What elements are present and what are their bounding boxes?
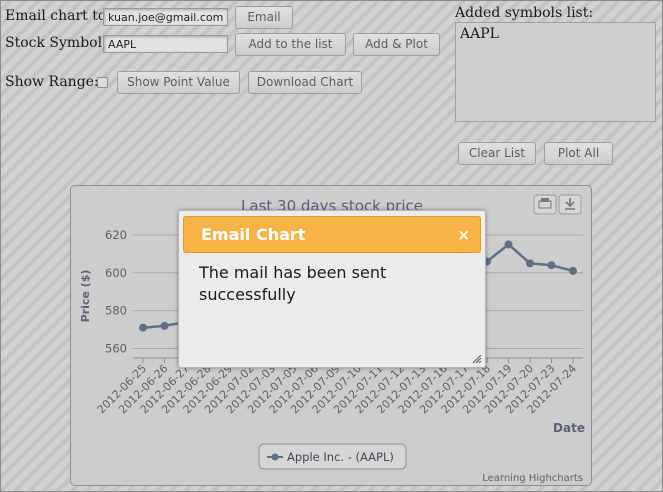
data-point[interactable]: [139, 323, 147, 332]
download-chart-button[interactable]: Download Chart: [248, 71, 362, 94]
y-axis-label: Price ($): [79, 270, 92, 323]
data-point[interactable]: [547, 261, 556, 270]
email-field[interactable]: kuan.joe@gmail.com: [103, 8, 228, 26]
y-tick-label: 560: [105, 342, 127, 356]
x-axis-label: Date: [553, 421, 585, 435]
symbol-label: Stock Symbol:: [5, 35, 107, 51]
dialog-title: Email Chart: [201, 225, 306, 244]
y-tick-label: 620: [105, 228, 127, 242]
data-point[interactable]: [504, 240, 513, 249]
data-point[interactable]: [160, 321, 169, 330]
legend-item-aapl[interactable]: Apple Inc. - (AAPL): [287, 450, 394, 464]
legend-point-marker: [271, 453, 279, 461]
show-point-value-button[interactable]: Show Point Value: [117, 71, 240, 94]
symbols-list-label: Added symbols list:: [455, 5, 594, 21]
chart-credits[interactable]: Learning Highcharts: [482, 473, 583, 484]
email-chart-dialog: Email Chart × The mail has been sent suc…: [178, 210, 486, 368]
data-point[interactable]: [569, 266, 577, 275]
data-point[interactable]: [526, 259, 534, 268]
show-range-label: Show Range:: [5, 74, 99, 90]
print-chart-button[interactable]: [533, 194, 557, 215]
export-chart-button[interactable]: [558, 194, 582, 215]
add-to-list-button[interactable]: Add to the list: [235, 33, 346, 56]
show-range-checkbox[interactable]: [97, 77, 108, 88]
close-icon[interactable]: ×: [457, 217, 470, 253]
y-axis-ticks: 560 580 600 620: [105, 228, 127, 356]
email-label: Email chart to:: [5, 8, 111, 24]
dialog-message: The mail has been sent successfully: [199, 263, 387, 304]
plot-all-button[interactable]: Plot All: [544, 142, 613, 165]
resize-handle-icon[interactable]: [472, 354, 482, 364]
y-tick-label: 600: [105, 266, 127, 280]
symbol-list-item[interactable]: AAPL: [460, 26, 651, 42]
dialog-titlebar[interactable]: Email Chart ×: [183, 216, 481, 253]
chart-legend[interactable]: Apple Inc. - (AAPL): [258, 443, 407, 470]
symbol-field[interactable]: AAPL: [103, 35, 228, 53]
add-and-plot-button[interactable]: Add & Plot: [353, 33, 440, 56]
clear-list-button[interactable]: Clear List: [458, 142, 536, 165]
email-button[interactable]: Email: [235, 6, 293, 29]
symbols-listbox[interactable]: AAPL: [455, 22, 656, 122]
y-tick-label: 580: [105, 304, 127, 318]
